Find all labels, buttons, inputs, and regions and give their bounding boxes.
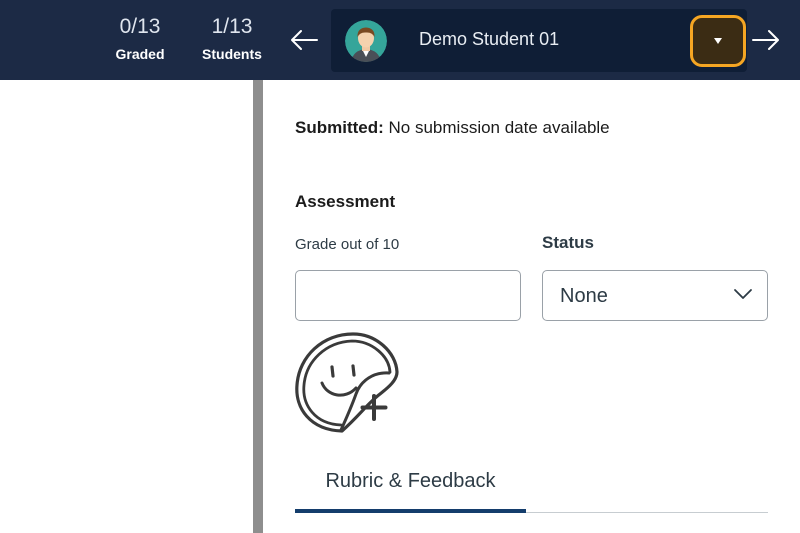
student-dropdown-button[interactable] — [690, 15, 746, 67]
next-student-button[interactable] — [750, 24, 782, 56]
panel-resize-handle[interactable] — [253, 80, 263, 533]
grade-input[interactable] — [295, 270, 521, 321]
graded-count: 0/13 — [119, 15, 161, 38]
status-select-value: None — [560, 285, 608, 307]
tab-rubric-feedback[interactable]: Rubric & Feedback — [295, 462, 526, 514]
students-count: 1/13 — [211, 15, 253, 38]
submitted-value: No submission date available — [388, 118, 610, 137]
students-counter: 1/13 Students — [196, 14, 268, 64]
student-avatar — [345, 20, 387, 62]
avatar-icon — [345, 20, 387, 62]
tab-rubric-feedback-label: Rubric & Feedback — [325, 470, 496, 492]
student-selector[interactable]: Demo Student 01 — [331, 9, 747, 72]
arrow-right-icon — [752, 30, 779, 50]
tab-divider — [526, 512, 768, 513]
graded-label: Graded — [115, 46, 165, 62]
top-navigation-bar: 0/13 Graded 1/13 Students Demo Student 0… — [0, 0, 800, 80]
active-tab-indicator — [295, 509, 526, 513]
add-sticker-button[interactable] — [290, 330, 402, 436]
arrow-left-icon — [291, 30, 318, 50]
status-select[interactable]: None — [542, 270, 768, 321]
sticker-add-icon — [295, 332, 399, 433]
previous-student-button[interactable] — [288, 24, 320, 56]
submission-info: Submitted: No submission date available — [295, 118, 610, 138]
caret-down-icon — [714, 38, 722, 44]
students-label: Students — [202, 46, 262, 62]
assessment-heading: Assessment — [295, 192, 396, 211]
chevron-down-icon — [734, 289, 752, 299]
status-label: Status — [542, 233, 594, 252]
submitted-label: Submitted: — [295, 118, 384, 137]
student-name: Demo Student 01 — [419, 29, 560, 49]
grade-label: Grade out of 10 — [295, 236, 400, 253]
graded-counter: 0/13 Graded — [108, 14, 172, 64]
submission-preview-panel — [0, 80, 253, 533]
